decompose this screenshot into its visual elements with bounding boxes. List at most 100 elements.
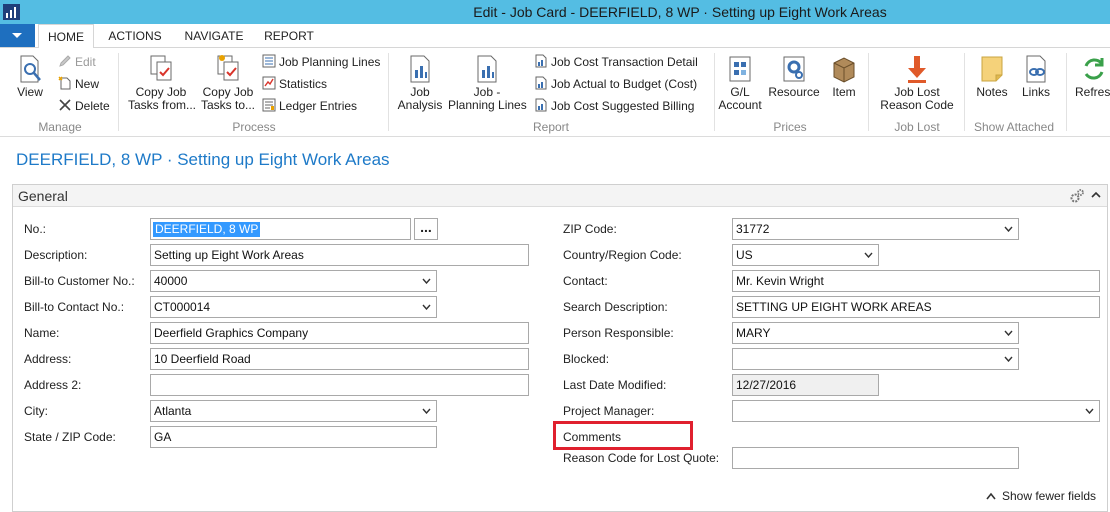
bill-to-customer-no-field[interactable] [150,270,437,292]
chevron-down-icon[interactable] [422,278,431,284]
gl-account-prices-button[interactable]: G/L Account [716,54,764,112]
last-date-modified-input [733,375,878,395]
window-title: Edit - Job Card - DEERFIELD, 8 WP · Sett… [473,4,887,20]
job-lost-reason-code-button[interactable]: Job Lost Reason Code [874,54,960,112]
statistics-button[interactable]: Statistics [262,75,327,93]
chevron-down-icon[interactable] [422,304,431,310]
notes-button[interactable]: Notes [970,54,1014,99]
chevron-down-icon[interactable] [1004,356,1013,362]
name-field[interactable] [150,322,529,344]
job-analysis-button[interactable]: Job Analysis [396,54,444,112]
bill-to-contact-no-input[interactable] [151,297,420,317]
delete-button[interactable]: Delete [58,97,110,115]
statistics-icon [262,76,276,90]
refresh-button[interactable]: Refresh [1072,54,1110,99]
arrow-down-icon [908,56,926,83]
fasttab-header[interactable]: General [13,185,1107,207]
job-cost-suggested-billing-button[interactable]: Job Cost Suggested Billing [534,97,694,115]
group-label-show-attached: Show Attached [973,120,1055,134]
edit-button[interactable]: Edit [58,53,96,71]
new-button[interactable]: New [58,75,99,93]
label-person-responsible: Person Responsible: [563,326,674,340]
job-actual-to-budget-button[interactable]: Job Actual to Budget (Cost) [534,75,697,93]
label-address: Address: [24,352,72,366]
gl-account-icon [729,56,751,82]
address-2-input[interactable] [151,375,528,395]
bill-to-contact-no-field[interactable] [150,296,437,318]
tab-report[interactable]: REPORT [258,24,320,48]
description-field[interactable] [150,244,529,266]
no-assist-edit-button[interactable]: ... [414,218,438,240]
zip-code-field[interactable] [732,218,1019,240]
copy-tasks-to-icon [217,55,239,81]
page-title: DEERFIELD, 8 WP · Setting up Eight Work … [16,150,390,169]
refresh-icon [1084,58,1104,80]
person-responsible-input[interactable] [733,323,1002,343]
chevron-down-icon[interactable] [1085,408,1094,414]
delete-x-icon [59,99,71,111]
country-region-code-input[interactable] [733,245,862,265]
chevron-down-icon[interactable] [1004,330,1013,336]
label-country-region-code: Country/Region Code: [563,248,682,262]
view-button[interactable]: View [10,54,50,99]
no-field[interactable]: DEERFIELD, 8 WP [150,218,411,240]
group-label-job-lost: Job Lost [894,120,940,134]
ribbon-tabs: HOME ACTIONS NAVIGATE REPORT [0,24,1110,49]
reason-code-lost-quote-field[interactable] [732,447,1019,469]
item-box-icon [833,57,855,83]
tab-navigate[interactable]: NAVIGATE [176,24,252,48]
state-field[interactable] [150,426,437,448]
tab-home[interactable]: HOME [38,24,94,49]
zip-code-input[interactable] [733,219,1002,239]
state-input[interactable] [151,427,436,447]
application-menu-button[interactable] [0,24,35,47]
group-label-manage: Manage [38,120,82,134]
chevron-up-icon[interactable] [1091,190,1101,200]
name-input[interactable] [151,323,528,343]
show-fewer-fields-link[interactable]: Show fewer fields [986,488,1096,504]
job-planning-lines-button[interactable]: Job Planning Lines [262,53,380,71]
chevron-down-icon[interactable] [1004,226,1013,232]
link-icon [1026,55,1046,83]
address-input[interactable] [151,349,528,369]
label-city: City: [24,404,48,418]
address-2-field[interactable] [150,374,529,396]
reason-code-lost-quote-input[interactable] [733,448,1018,468]
resource-icon [783,56,805,82]
no-input[interactable] [151,219,410,239]
blocked-field[interactable] [732,348,1019,370]
item-prices-button[interactable]: Item [826,54,862,99]
blocked-input[interactable] [733,349,1002,369]
chevron-down-icon[interactable] [864,252,873,258]
view-icon [20,55,41,83]
pencil-icon [59,55,71,67]
city-input[interactable] [151,401,420,421]
tab-actions[interactable]: ACTIONS [100,24,170,48]
contact-field[interactable] [732,270,1100,292]
address-field[interactable] [150,348,529,370]
project-manager-field[interactable] [732,400,1100,422]
copy-job-tasks-from-button[interactable]: Copy Job Tasks from... [128,54,196,112]
job-planning-lines-report-button[interactable]: Job - Planning Lines [448,54,527,112]
copy-job-tasks-to-button[interactable]: Copy Job Tasks to... [198,54,258,112]
city-field[interactable] [150,400,437,422]
project-manager-input[interactable] [733,401,1083,421]
group-label-prices: Prices [773,120,807,134]
country-region-code-field[interactable] [732,244,879,266]
search-description-input[interactable] [733,297,1099,317]
bill-to-customer-no-input[interactable] [151,271,420,291]
label-address-2: Address 2: [24,378,82,392]
resource-prices-button[interactable]: Resource [766,54,822,99]
search-description-field[interactable] [732,296,1100,318]
last-date-modified-field [732,374,879,396]
links-button[interactable]: Links [1016,54,1056,99]
gears-icon[interactable] [1069,188,1085,204]
ledger-entries-button[interactable]: Ledger Entries [262,97,357,115]
chevron-down-icon[interactable] [422,408,431,414]
ribbon-home: View Edit New Delete Manage Copy Job Tas… [0,48,1110,137]
job-cost-transaction-detail-button[interactable]: Job Cost Transaction Detail [534,53,698,71]
contact-input[interactable] [733,271,1099,291]
description-input[interactable] [151,245,528,265]
person-responsible-field[interactable] [732,322,1019,344]
title-bar: Edit - Job Card - DEERFIELD, 8 WP · Sett… [0,0,1110,24]
